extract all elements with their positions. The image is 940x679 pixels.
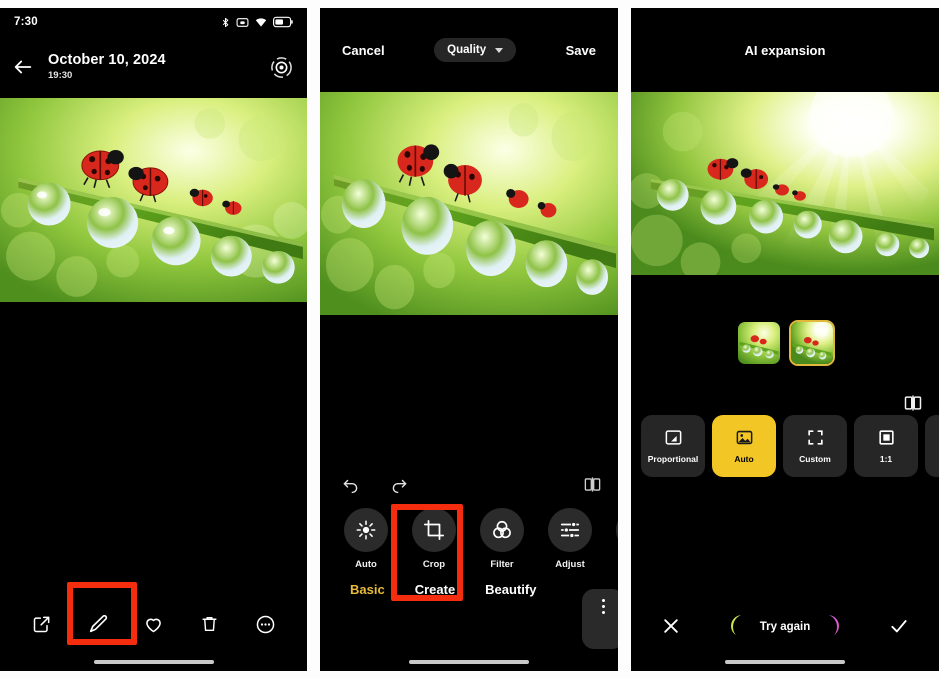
delete-icon[interactable] [196, 611, 222, 637]
bluetooth-icon [222, 17, 229, 27]
auto-enhance-icon [344, 508, 388, 552]
panel-gallery-viewer: 7:30 October 10, 2024 19:30 [0, 8, 307, 671]
edit-icon[interactable] [85, 611, 111, 637]
viewer-header: October 10, 2024 19:30 [0, 36, 307, 98]
square-icon [878, 430, 894, 445]
variant-selector-area [631, 275, 939, 415]
tool-label: Adjust [555, 559, 585, 570]
ratio-proportional[interactable]: Proportional [641, 415, 705, 477]
history-row [320, 463, 618, 494]
ratio-label: Proportional [647, 454, 699, 464]
panel-ai-expansion: AI expansion Proportional Auto Custom 1:… [631, 8, 939, 671]
try-again-button[interactable]: Try again [730, 614, 840, 640]
ladybug-grass-expanded-photo [631, 92, 939, 275]
status-bar-icons [220, 16, 293, 29]
variant-thumbnails [631, 320, 939, 366]
cancel-button[interactable]: Cancel [342, 43, 385, 58]
tool-label: Filter [490, 559, 514, 570]
tab-basic[interactable]: Basic [350, 582, 385, 597]
battery-icon [273, 16, 293, 28]
ratio-1-1[interactable]: 1:1 [854, 415, 918, 477]
adjust-icon [548, 508, 592, 552]
thumb-image-expanded [790, 322, 833, 364]
photo-meta: October 10, 2024 19:30 [48, 52, 256, 82]
tool-label: Crop [422, 559, 446, 570]
ladybug-grass-photo [0, 98, 307, 302]
redo-icon[interactable] [389, 475, 408, 494]
tool-label: Auto [355, 559, 377, 570]
editor-controls: Auto Crop Filter Adjust Basic Create Bea… [320, 463, 618, 671]
wifi-icon [255, 17, 267, 27]
ratio-custom[interactable]: Custom [783, 415, 847, 477]
overflow-dots [601, 599, 605, 614]
save-button[interactable]: Save [566, 43, 596, 58]
ratio-3-4[interactable]: 3:4 [925, 415, 939, 477]
ratio-label: Auto [734, 454, 754, 464]
tool-adjust[interactable]: Adjust [544, 508, 596, 570]
ratio-auto[interactable]: Auto [712, 415, 776, 477]
photo-date: October 10, 2024 [48, 52, 166, 69]
nav-gesture-bar [93, 660, 214, 664]
nav-gesture-bar [409, 660, 529, 664]
tool-auto[interactable]: Auto [340, 508, 392, 570]
ratio-label: 1:1 [879, 454, 893, 464]
google-lens-icon[interactable] [270, 56, 293, 79]
auto-image-icon [736, 430, 752, 445]
quality-label: Quality [447, 44, 487, 56]
compare-icon[interactable] [903, 393, 923, 413]
favorite-icon[interactable] [140, 611, 166, 637]
overflow-menu-icon[interactable] [582, 589, 618, 649]
nav-gesture-bar [725, 660, 845, 664]
chevron-down-icon [495, 47, 504, 53]
aspect-ratio-options: Proportional Auto Custom 1:1 [631, 415, 939, 477]
try-again-label: Try again [732, 614, 838, 640]
tool-crop[interactable]: Crop [408, 508, 460, 570]
crop-icon [412, 508, 456, 552]
status-bar: 7:30 [0, 8, 307, 36]
editor-tool-list: Auto Crop Filter Adjust [320, 494, 618, 570]
editor-tab-row: Basic Create Beautify [320, 570, 618, 597]
back-arrow-icon[interactable] [12, 56, 34, 78]
three-panel-screenshot-collage: 7:30 October 10, 2024 19:30 Cancel Quali… [0, 0, 940, 679]
doodle-icon [616, 508, 618, 552]
proportional-icon [665, 430, 681, 445]
tab-create[interactable]: Create [415, 582, 455, 597]
quality-dropdown[interactable]: Quality [434, 38, 517, 62]
status-bar-time: 7:30 [14, 16, 38, 28]
photo-time: 19:30 [48, 69, 73, 81]
ratio-label: Custom [799, 454, 831, 464]
tab-beautify[interactable]: Beautify [485, 582, 536, 597]
check-icon[interactable] [889, 616, 909, 636]
compare-icon[interactable] [583, 475, 602, 494]
ladybug-grass-photo [320, 92, 618, 315]
tool-filter[interactable]: Filter [476, 508, 528, 570]
expanded-photo-canvas[interactable] [631, 92, 939, 275]
screen-record-icon [236, 17, 249, 27]
close-icon[interactable] [661, 616, 681, 636]
more-icon[interactable] [252, 611, 278, 637]
thumb-image-original [737, 322, 780, 364]
custom-frame-icon [807, 430, 823, 445]
editor-top-bar: Cancel Quality Save [320, 8, 618, 92]
editor-photo-canvas[interactable] [320, 92, 618, 315]
page-title: AI expansion [744, 42, 826, 58]
filter-icon [480, 508, 524, 552]
ai-expansion-header: AI expansion [631, 8, 939, 92]
thumbnail-original[interactable] [736, 320, 782, 366]
undo-icon[interactable] [342, 475, 361, 494]
share-icon[interactable] [29, 611, 55, 637]
thumbnail-expanded[interactable] [788, 320, 835, 366]
panel-photo-editor: Cancel Quality Save Auto Crop Filter Adj… [320, 8, 618, 671]
tool-label: Doodle [612, 559, 618, 570]
photo-canvas[interactable] [0, 98, 307, 302]
tool-doodle[interactable]: Doodle [612, 508, 618, 570]
